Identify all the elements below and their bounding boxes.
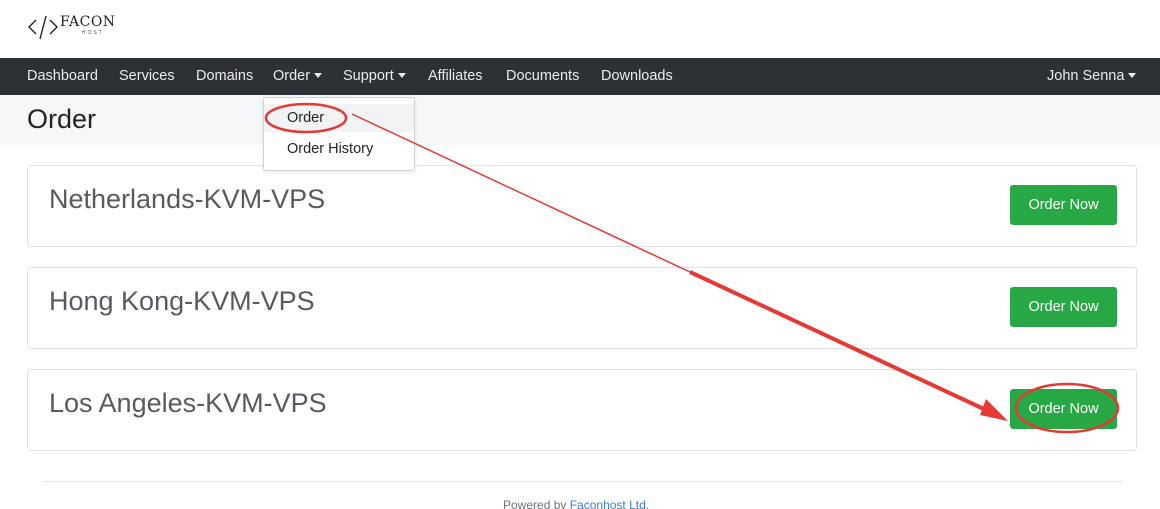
nav-affiliates[interactable]: Affiliates [428,58,483,95]
nav-dashboard[interactable]: Dashboard [27,58,98,95]
user-menu-dropdown[interactable]: John Senna [1047,58,1137,95]
nav-affiliates-label: Affiliates [428,68,483,84]
nav-support-dropdown[interactable]: Support [343,58,406,95]
product-card: Netherlands-KVM-VPS Order Now [27,165,1137,247]
main-navbar: Dashboard Services Domains Order Support… [0,58,1160,95]
nav-services-label: Services [119,68,175,84]
nav-domains[interactable]: Domains [196,58,253,95]
caret-down-icon [1128,72,1137,78]
product-name: Netherlands-KVM-VPS [49,184,326,214]
page-title: Order [27,104,97,134]
order-now-button[interactable]: Order Now [1010,389,1117,429]
logo-text: FACON HOST [60,14,116,36]
page-header: Order [0,95,1160,145]
product-card: Los Angeles-KVM-VPS Order Now [27,369,1137,451]
footer-prefix: Powered by [503,498,567,509]
nav-documents-label: Documents [506,68,580,84]
nav-order-dropdown[interactable]: Order [273,58,323,95]
product-name: Los Angeles-KVM-VPS [49,388,327,418]
nav-downloads[interactable]: Downloads [601,58,673,95]
brand-bar: FACON HOST [0,0,1160,58]
nav-documents[interactable]: Documents [506,58,579,95]
order-now-button[interactable]: Order Now [1010,287,1117,327]
logo[interactable]: FACON HOST [27,13,116,41]
nav-order-label: Order [273,68,311,84]
code-brackets-icon [28,15,58,40]
caret-down-icon [314,72,323,78]
product-card: Hong Kong-KVM-VPS Order Now [27,267,1137,349]
user-name: John Senna [1047,68,1125,84]
nav-services[interactable]: Services [119,58,175,95]
footer-divider [42,481,1123,482]
footer-link[interactable]: Faconhost Ltd. [570,498,649,509]
nav-domains-label: Domains [196,68,254,84]
brand-name: FACON [60,14,116,30]
footer: Powered by Faconhost Ltd. [503,498,649,509]
dropdown-item-order-label: Order [287,110,325,126]
product-name: Hong Kong-KVM-VPS [49,286,315,316]
nav-downloads-label: Downloads [601,68,673,84]
order-dropdown-menu: Order Order History [263,97,415,171]
caret-down-icon [397,72,406,78]
dropdown-item-order-history[interactable]: Order History [264,135,414,163]
nav-support-label: Support [343,68,394,84]
nav-dashboard-label: Dashboard [27,68,98,84]
dropdown-item-order-history-label: Order History [287,141,374,157]
order-now-button[interactable]: Order Now [1010,185,1117,225]
brand-tagline: HOST [81,30,104,36]
dropdown-item-order[interactable]: Order [264,104,414,132]
